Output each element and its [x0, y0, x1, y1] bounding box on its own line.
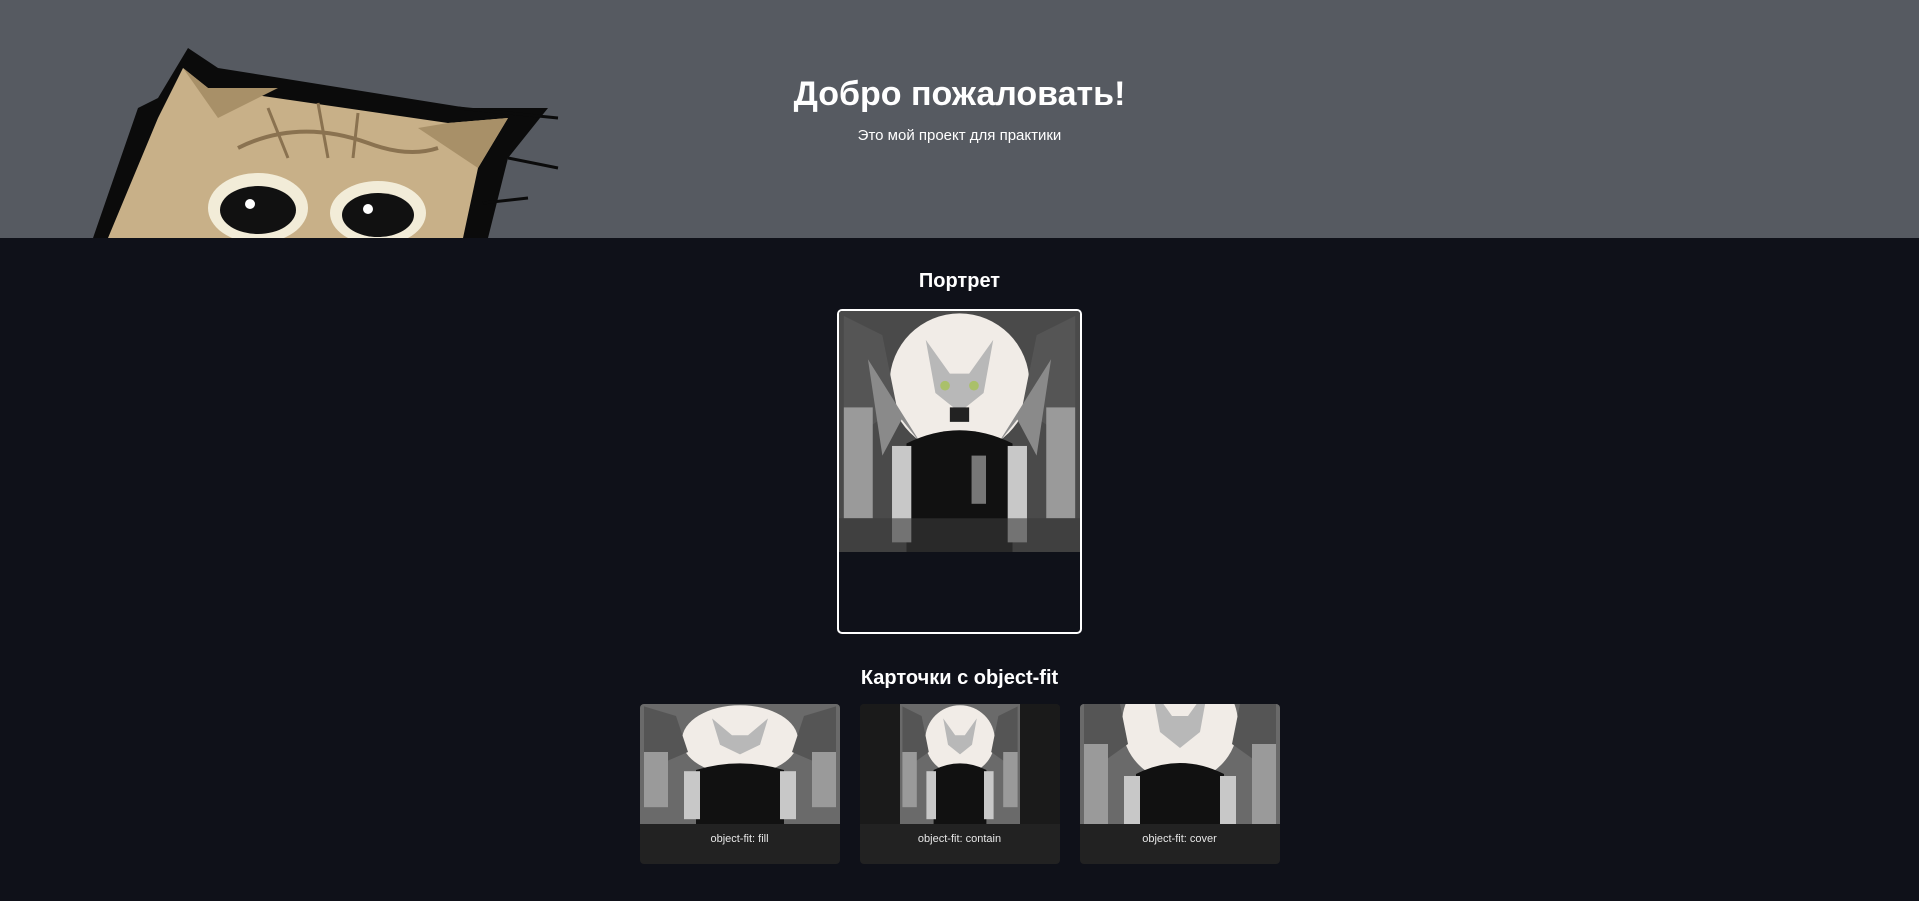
portrait-section-title: Портрет — [918, 270, 1001, 292]
portrait-image — [839, 311, 1080, 552]
card-fill: object-fit: fill — [639, 704, 840, 864]
card-caption: object-fit: cover — [1142, 833, 1217, 845]
portrait-frame — [837, 309, 1082, 634]
card-cover: object-fit: cover — [1079, 704, 1280, 864]
card-caption: object-fit: fill — [710, 833, 769, 845]
card-image — [1079, 704, 1280, 824]
card-image — [639, 704, 840, 824]
card-caption: object-fit: contain — [917, 833, 1002, 845]
page-subtitle: Это мой проект для практики — [857, 127, 1062, 144]
card-contain: object-fit: contain — [859, 704, 1060, 864]
cards-section-title: Карточки с object-fit — [860, 667, 1059, 689]
cards-row: object-fit: fill object-fit: contain obj… — [0, 704, 1919, 864]
card-image — [859, 704, 1060, 824]
page-header: Добро пожаловать! Это мой проект для пра… — [0, 0, 1919, 238]
page-title: Добро пожаловать! — [793, 75, 1126, 113]
main-content: Портрет Карточки с object-fit object-fit… — [0, 238, 1919, 864]
